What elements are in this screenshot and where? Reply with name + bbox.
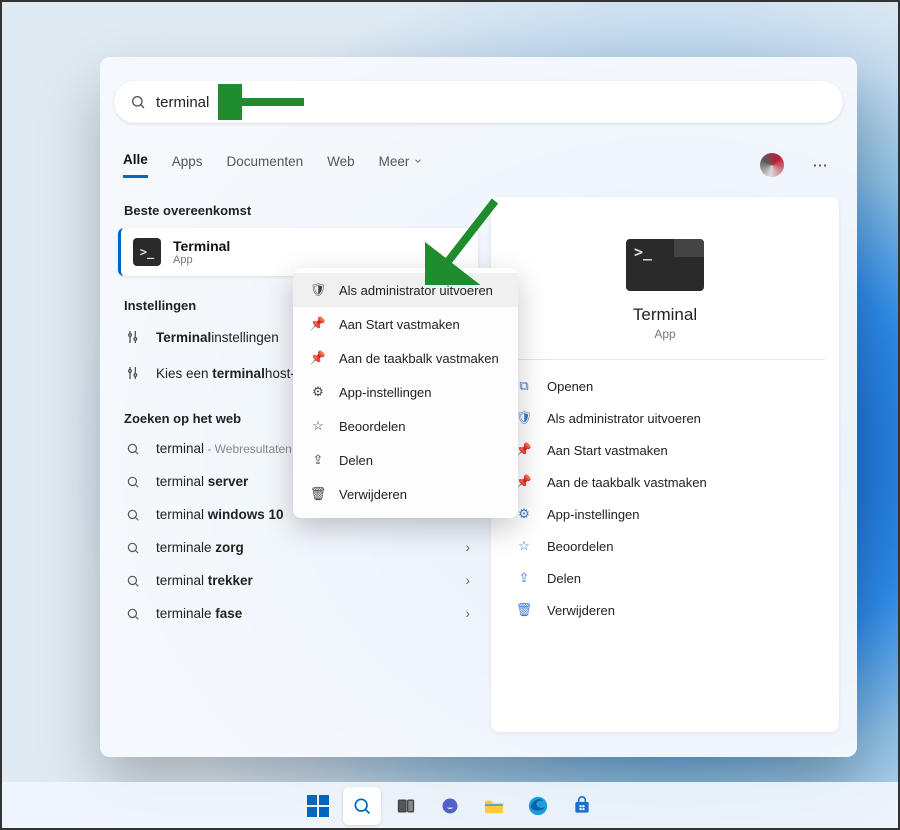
best-match-subtitle: App	[173, 254, 230, 266]
tab-all[interactable]: Alle	[123, 152, 148, 178]
preview-actions: ⧉Openen 🛡Als administrator uitvoeren 📌Aa…	[511, 370, 819, 626]
task-view[interactable]	[387, 787, 425, 825]
filter-tabs: Alle Apps Documenten Web Meer ⋯	[123, 145, 834, 185]
tab-more[interactable]: Meer	[379, 154, 424, 177]
ctx-pin-taskbar[interactable]: 📌Aan de taakbalk vastmaken	[293, 341, 518, 375]
best-match-title: Terminal	[173, 238, 230, 254]
preview-pane: Terminal App ⧉Openen 🛡Als administrator …	[491, 197, 839, 732]
windows-icon	[307, 795, 329, 817]
sliders-icon	[126, 329, 144, 345]
web-result-1-text: terminal server	[156, 474, 248, 489]
store-icon	[572, 796, 592, 816]
ctx-uninstall[interactable]: 🗑Verwijderen	[293, 477, 518, 511]
trash-icon: 🗑	[515, 602, 533, 618]
preview-subtitle: App	[511, 327, 819, 341]
annotation-arrow-2	[425, 195, 505, 285]
action-app-settings[interactable]: ⚙App-instellingen	[511, 498, 819, 530]
search-icon	[130, 94, 146, 110]
chevron-down-icon	[413, 156, 423, 166]
gear-icon: ⚙	[309, 384, 327, 400]
search-icon	[126, 574, 144, 588]
section-best-match: Beste overeenkomst	[118, 197, 478, 224]
pin-icon: 📌	[309, 350, 327, 366]
shield-icon: 🛡	[309, 282, 327, 298]
web-result-2-text: terminal windows 10	[156, 507, 284, 522]
web-result-0-text: terminal - Webresultaten	[156, 441, 292, 456]
search-icon	[126, 442, 144, 456]
share-icon: ⇪	[309, 452, 327, 468]
ctx-app-settings[interactable]: ⚙App-instellingen	[293, 375, 518, 409]
ctx-rate[interactable]: ☆Beoordelen	[293, 409, 518, 443]
trash-icon: 🗑	[309, 486, 327, 502]
tab-web[interactable]: Web	[327, 154, 355, 177]
terminal-app-icon	[626, 239, 704, 291]
action-run-admin[interactable]: 🛡Als administrator uitvoeren	[511, 402, 819, 434]
web-result-4-text: terminal trekker	[156, 573, 253, 588]
chevron-right-icon: ›	[466, 606, 471, 621]
chevron-right-icon: ›	[466, 573, 471, 588]
action-pin-start[interactable]: 📌Aan Start vastmaken	[511, 434, 819, 466]
tab-documents[interactable]: Documenten	[227, 154, 304, 177]
action-pin-taskbar[interactable]: 📌Aan de taakbalk vastmaken	[511, 466, 819, 498]
overflow-button[interactable]: ⋯	[808, 156, 834, 174]
settings-result-0-text: Terminalinstellingen	[156, 330, 279, 345]
share-icon: ⇪	[515, 570, 533, 586]
star-icon: ☆	[515, 538, 533, 554]
taskbar-edge[interactable]	[519, 787, 557, 825]
sliders-icon	[126, 365, 144, 381]
pin-icon: 📌	[309, 316, 327, 332]
web-result-5-text: terminale fase	[156, 606, 242, 621]
terminal-icon: >_	[133, 238, 161, 266]
search-icon	[126, 607, 144, 621]
ctx-share[interactable]: ⇪Delen	[293, 443, 518, 477]
web-result-5[interactable]: terminale fase ›	[118, 597, 478, 630]
tab-apps[interactable]: Apps	[172, 154, 203, 177]
edge-icon	[527, 795, 549, 817]
taskbar-search[interactable]	[343, 787, 381, 825]
annotation-arrow-1	[218, 84, 308, 120]
web-result-4[interactable]: terminal trekker ›	[118, 564, 478, 597]
web-result-3[interactable]: terminale zorg ›	[118, 531, 478, 564]
search-icon	[126, 475, 144, 489]
action-rate[interactable]: ☆Beoordelen	[511, 530, 819, 562]
taskbar-chat[interactable]	[431, 787, 469, 825]
chevron-right-icon: ›	[466, 540, 471, 555]
folder-icon	[483, 797, 505, 815]
taskbar-explorer[interactable]	[475, 787, 513, 825]
star-icon: ☆	[309, 418, 327, 434]
taskbar-store[interactable]	[563, 787, 601, 825]
action-share[interactable]: ⇪Delen	[511, 562, 819, 594]
web-result-3-text: terminale zorg	[156, 540, 244, 555]
divider	[505, 359, 825, 360]
taskbar	[0, 782, 900, 830]
tab-more-label: Meer	[379, 154, 410, 169]
account-avatar[interactable]	[760, 153, 784, 177]
ctx-pin-start[interactable]: 📌Aan Start vastmaken	[293, 307, 518, 341]
context-menu: 🛡Als administrator uitvoeren 📌Aan Start …	[293, 268, 518, 518]
chat-icon	[440, 796, 460, 816]
search-icon	[352, 796, 372, 816]
action-uninstall[interactable]: 🗑Verwijderen	[511, 594, 819, 626]
action-open[interactable]: ⧉Openen	[511, 370, 819, 402]
task-view-icon	[396, 796, 416, 816]
search-icon	[126, 541, 144, 555]
search-icon	[126, 508, 144, 522]
preview-title: Terminal	[511, 305, 819, 325]
start-button[interactable]	[299, 787, 337, 825]
